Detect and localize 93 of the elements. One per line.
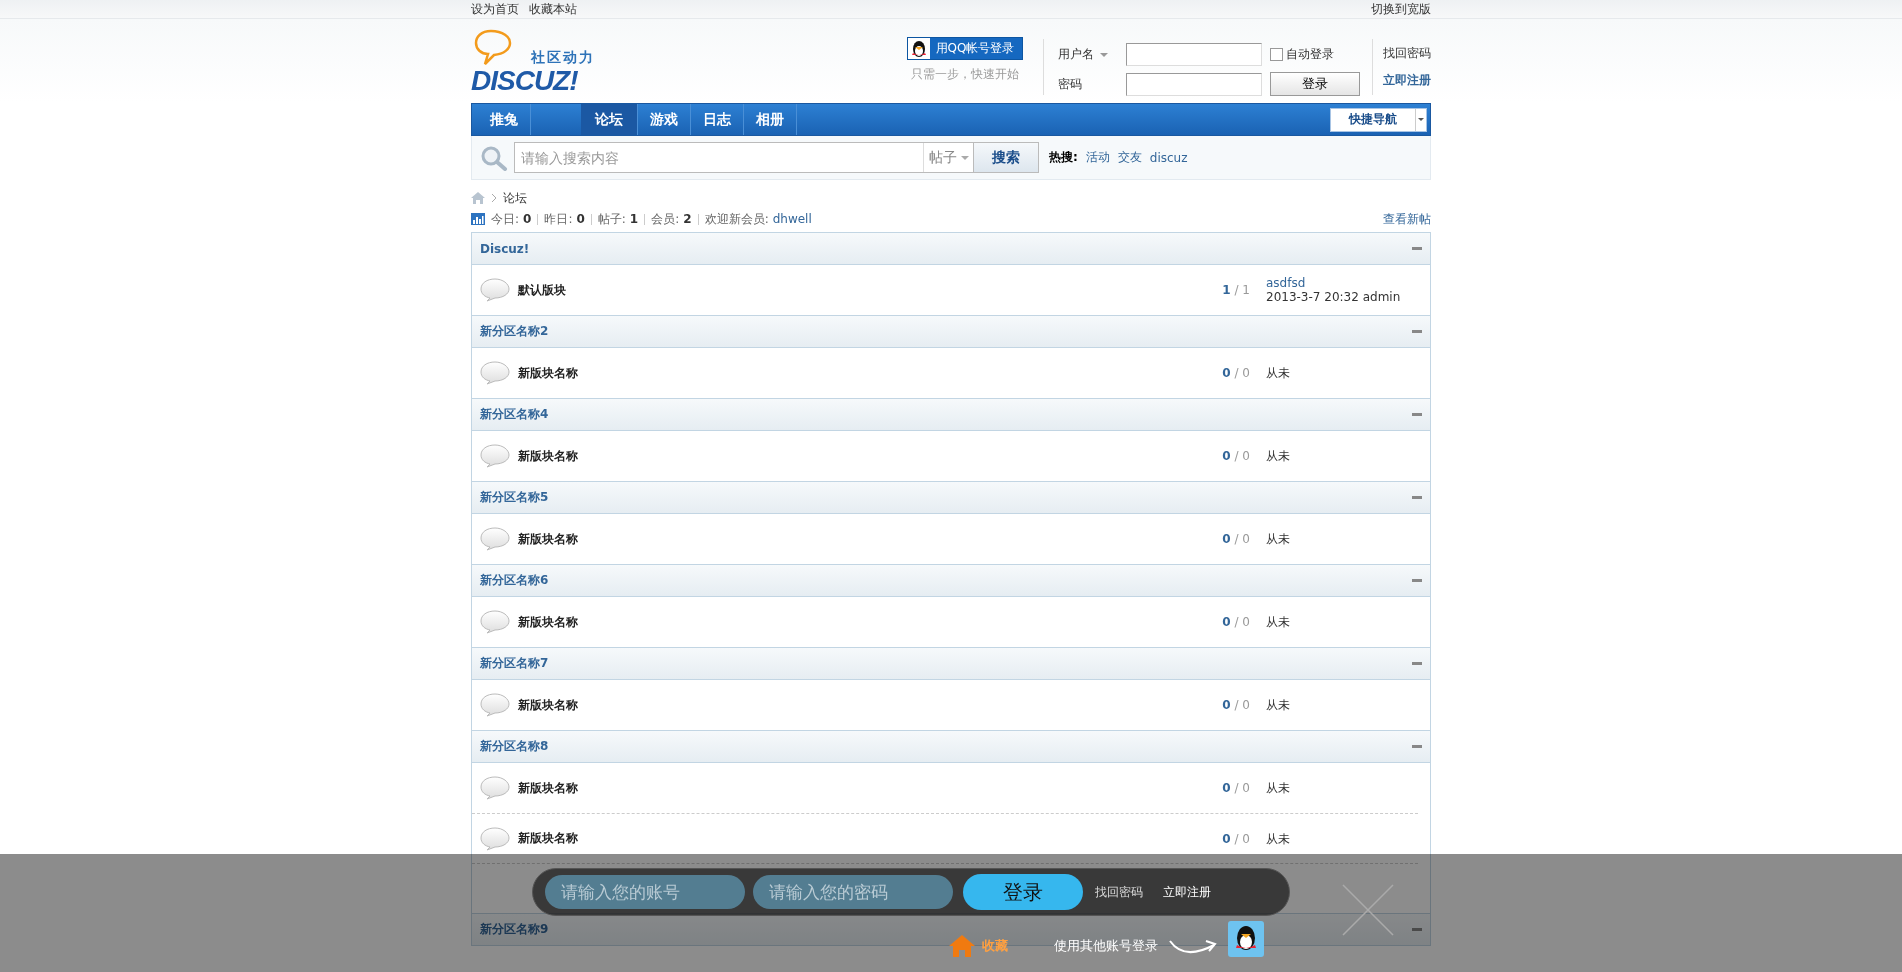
- speech-bubble-icon: [473, 29, 513, 67]
- thread-post-count: 0 / 0: [1221, 449, 1250, 463]
- forum-name[interactable]: 默认版块: [518, 281, 1038, 299]
- chevron-icon: [491, 193, 497, 203]
- stat-label: 今日:: [491, 210, 520, 228]
- top-link[interactable]: 收藏本站: [529, 0, 577, 18]
- nav-tab[interactable]: 推兔: [478, 104, 531, 135]
- nav-tab[interactable]: 论坛: [581, 104, 638, 135]
- search-icon: [480, 144, 508, 171]
- stat-label: 帖子:: [597, 210, 626, 228]
- forum-name[interactable]: 新版块名称: [518, 447, 1038, 465]
- password-field[interactable]: [1126, 72, 1262, 96]
- forum-name[interactable]: 新版块名称: [518, 613, 1038, 631]
- thread-post-count: 0 / 0: [1221, 366, 1250, 380]
- last-post-info: 从未: [1266, 698, 1290, 712]
- home-icon[interactable]: [471, 192, 485, 204]
- speech-bubble-icon: [480, 361, 510, 385]
- forum-name[interactable]: 新版块名称: [518, 696, 1038, 714]
- login-button[interactable]: 登录: [1270, 72, 1360, 96]
- forum-name[interactable]: 新版块名称: [518, 530, 1038, 548]
- thread-post-count: 0 / 0: [1221, 831, 1250, 846]
- category-title[interactable]: Discuz!: [480, 241, 530, 256]
- new-posts-link[interactable]: 查看新帖: [1383, 210, 1431, 228]
- search-button[interactable]: 搜索: [973, 142, 1039, 173]
- forum-name[interactable]: 新版块名称: [518, 364, 1038, 382]
- stat-value: 1: [629, 212, 639, 226]
- speech-bubble-icon: [480, 527, 510, 551]
- password-field[interactable]: 请输入您的密码: [753, 875, 953, 909]
- stat-value: 0: [576, 212, 585, 226]
- penguin-icon: [907, 38, 930, 59]
- hot-search-link[interactable]: 交友: [1117, 149, 1142, 166]
- login-link[interactable]: 找回密码: [1095, 883, 1143, 901]
- nav-tab[interactable]: 游戏: [638, 104, 691, 135]
- breadcrumb-link[interactable]: 论坛: [503, 189, 527, 207]
- stat-label: 会员:: [651, 210, 680, 228]
- login-link[interactable]: 立即注册: [1163, 883, 1211, 901]
- login-button[interactable]: 登录: [963, 874, 1083, 910]
- search-field[interactable]: 请输入搜索内容 帖子: [514, 142, 974, 173]
- new-member-link[interactable]: dhwell: [772, 212, 812, 226]
- account-field[interactable]: 请输入您的账号: [545, 875, 745, 909]
- category-title[interactable]: 新分区名称7: [480, 655, 549, 672]
- top-link[interactable]: 设为首页: [471, 0, 519, 18]
- speech-bubble-icon: [480, 776, 510, 800]
- speech-bubble-icon: [480, 610, 510, 634]
- nav-tab[interactable]: 日志: [691, 104, 744, 135]
- logo-tagline: 社区动力: [531, 49, 595, 67]
- speech-bubble-icon: [480, 444, 510, 468]
- last-post-info: 从未: [1266, 449, 1290, 463]
- nav-tab[interactable]: 相册: [744, 104, 797, 135]
- hot-search-link[interactable]: 活动: [1085, 149, 1110, 166]
- stat-label: 昨日:: [544, 210, 573, 228]
- category-title[interactable]: 新分区名称8: [480, 738, 549, 755]
- last-post-info: 2013-3-7 20:32 admin: [1266, 290, 1401, 304]
- quick-nav-button[interactable]: 快捷导航: [1330, 107, 1427, 132]
- username-field[interactable]: [1126, 43, 1262, 66]
- speech-bubble-icon: [480, 278, 510, 302]
- last-post-info: 从未: [1266, 366, 1290, 380]
- category-title[interactable]: 新分区名称6: [480, 572, 549, 589]
- last-post-info: 从未: [1266, 781, 1290, 795]
- category-title[interactable]: 新分区名称2: [480, 323, 549, 340]
- forum-name[interactable]: 新版块名称: [518, 779, 1038, 797]
- thread-post-count: 0 / 0: [1221, 532, 1250, 546]
- auto-login-checkbox[interactable]: 自动登录: [1270, 46, 1360, 63]
- qq-login-hint: 只需一步，快速开始: [911, 66, 1019, 83]
- login-link[interactable]: 找回密码: [1383, 45, 1431, 62]
- thread-post-count: 0 / 0: [1221, 781, 1250, 795]
- stat-value: 2: [683, 212, 692, 226]
- speech-bubble-icon: [480, 826, 510, 851]
- welcome-label: 欢迎新会员:: [704, 210, 769, 228]
- close-icon[interactable]: [1342, 884, 1394, 936]
- other-login-label: 使用其他账号登录: [1054, 937, 1158, 955]
- stats-chart-icon: [471, 213, 485, 225]
- category-title[interactable]: 新分区名称5: [480, 489, 549, 506]
- forum-name[interactable]: 新版块名称: [518, 830, 1038, 847]
- logo-name: DISCUZ!: [471, 65, 578, 97]
- login-link[interactable]: 立即注册: [1383, 72, 1431, 89]
- password-label: 密码: [1058, 75, 1083, 93]
- qq-login-button[interactable]: 用QQ帐号登录: [906, 37, 1024, 60]
- last-post-info: 从未: [1266, 831, 1290, 846]
- username-label[interactable]: 用户名: [1058, 46, 1126, 63]
- switch-width-link[interactable]: 切换到宽版: [1371, 0, 1431, 18]
- category-title[interactable]: 新分区名称4: [480, 406, 549, 423]
- speech-bubble-icon: [480, 693, 510, 717]
- last-post-info: 从未: [1266, 615, 1290, 629]
- penguin-icon[interactable]: [1228, 921, 1264, 957]
- hot-search-label: 热搜:: [1049, 149, 1078, 166]
- hot-search-link[interactable]: discuz: [1149, 150, 1188, 165]
- thread-post-count: 0 / 0: [1221, 698, 1250, 712]
- last-post-info: 从未: [1266, 532, 1290, 546]
- thread-post-count: 1 / 1: [1221, 283, 1250, 297]
- last-post-link[interactable]: asdfsd: [1266, 276, 1401, 290]
- thread-post-count: 0 / 0: [1221, 615, 1250, 629]
- stat-value: 0: [523, 212, 532, 226]
